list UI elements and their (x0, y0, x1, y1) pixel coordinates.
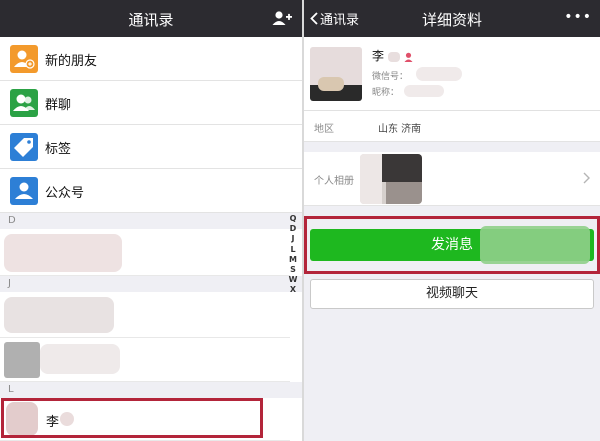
highlight-box-contact (1, 398, 263, 438)
menu-tags-label: 标签 (45, 142, 72, 157)
official-account-icon (10, 177, 38, 205)
video-call-label: 视频聊天 (425, 286, 478, 301)
profile-avatar[interactable] (310, 47, 362, 101)
female-gender-icon (404, 52, 413, 62)
contacts-screen: 通讯录 新的朋友 群聊 标签 公众号 D J L 李 Q D J L M S W… (0, 0, 302, 441)
group-chat-icon (10, 89, 38, 117)
contacts-navbar: 通讯录 (0, 0, 302, 37)
index-letter[interactable]: X (288, 285, 298, 295)
index-letter[interactable]: J (288, 234, 298, 244)
contact-row[interactable] (0, 292, 290, 338)
alphabet-index-bar[interactable]: Q D J L M S W X (288, 214, 298, 296)
section-header-j: J (0, 276, 302, 292)
album-label: 个人相册 (314, 176, 354, 187)
detail-title: 详细资料 (421, 11, 482, 29)
detail-navbar: 通讯录 详细资料 ••• (304, 0, 600, 37)
index-letter[interactable]: W (288, 275, 298, 285)
menu-official-accounts[interactable]: 公众号 (0, 169, 302, 213)
region-row: 地区 山东 济南 (304, 111, 600, 142)
blurred-contact (4, 234, 122, 272)
region-value: 山东 济南 (378, 124, 422, 135)
blurred-contact (4, 297, 114, 333)
blurred-avatar (4, 342, 40, 378)
menu-group-chat[interactable]: 群聊 (0, 81, 302, 125)
profile-name: 李 (372, 47, 413, 64)
add-contact-icon[interactable] (272, 10, 292, 26)
index-letter[interactable]: D (288, 224, 298, 234)
menu-new-friends[interactable]: 新的朋友 (0, 37, 302, 81)
screenshot-composite: 通讯录 新的朋友 群聊 标签 公众号 D J L 李 Q D J L M S W… (0, 0, 600, 441)
menu-group-chat-label: 群聊 (45, 98, 72, 113)
contact-row[interactable] (0, 338, 290, 382)
album-thumbnail (360, 154, 422, 204)
contacts-title: 通讯录 (128, 11, 174, 29)
profile-card: 李 微信号： 昵称： (304, 37, 600, 111)
new-friend-icon (10, 45, 38, 73)
menu-official-accounts-label: 公众号 (45, 186, 85, 201)
contact-row[interactable] (0, 229, 290, 276)
blurred-nickname (404, 85, 444, 97)
video-call-button[interactable]: 视频聊天 (310, 279, 594, 309)
index-letter[interactable]: Q (288, 214, 298, 224)
tag-icon (10, 133, 38, 161)
blurred-contact (40, 344, 120, 374)
menu-tags[interactable]: 标签 (0, 125, 302, 169)
wechat-id-label: 微信号： (372, 72, 409, 82)
index-letter[interactable]: S (288, 265, 298, 275)
personal-album-row[interactable]: 个人相册 (304, 152, 600, 206)
menu-new-friends-label: 新的朋友 (45, 54, 98, 69)
section-header-l: L (0, 382, 302, 398)
more-icon[interactable]: ••• (564, 9, 592, 25)
profile-name-text: 李 (372, 49, 385, 63)
contact-detail-screen: 通讯录 详细资料 ••• 李 微信号： 昵称： 地区 山东 济南 个人相册 发消… (304, 0, 600, 441)
index-letter[interactable]: L (288, 245, 298, 255)
index-letter[interactable]: M (288, 255, 298, 265)
nickname-label: 昵称： (372, 88, 400, 98)
region-label: 地区 (314, 124, 334, 135)
section-header-d: D (0, 213, 302, 229)
blurred-wechat-id (416, 67, 462, 81)
chevron-right-icon (583, 172, 590, 184)
highlight-box-send (304, 216, 600, 274)
